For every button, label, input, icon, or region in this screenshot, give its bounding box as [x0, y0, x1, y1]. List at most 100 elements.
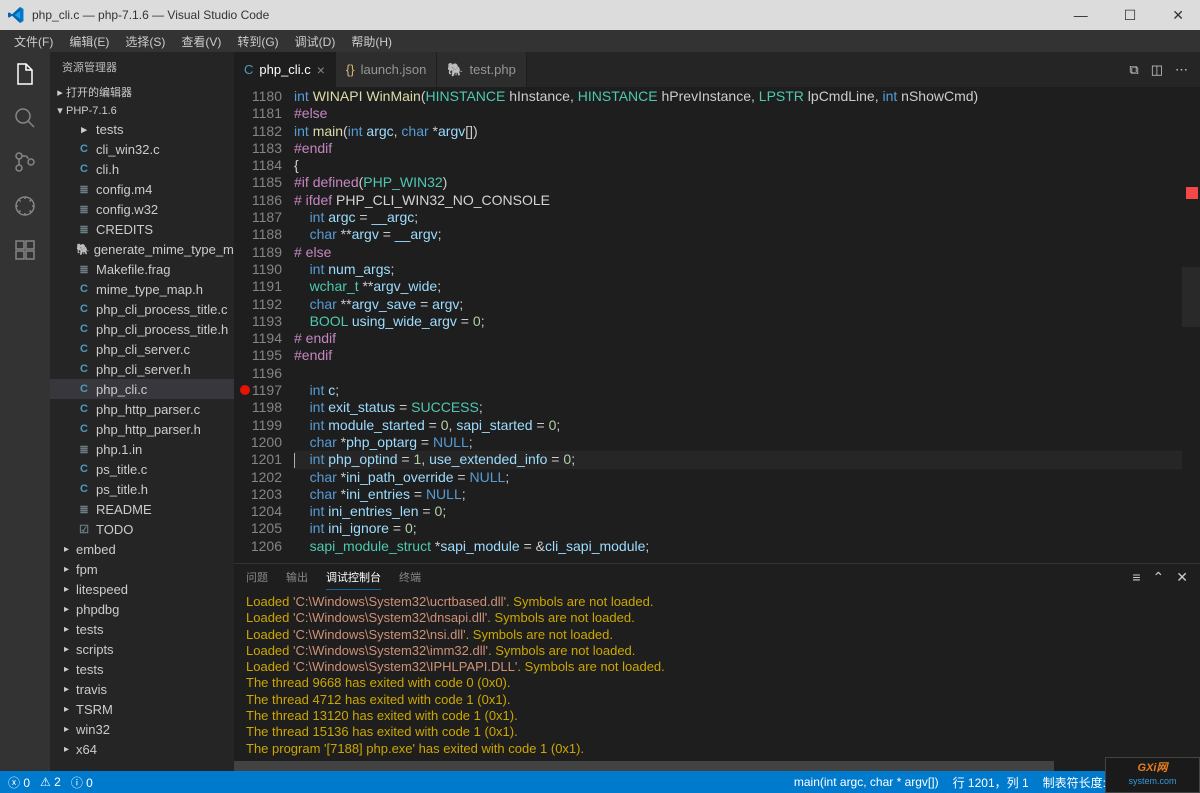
c-icon: C [76, 323, 92, 335]
minimap-viewport[interactable] [1182, 267, 1200, 327]
open-editors-header[interactable]: ▸打开的编辑器 [50, 82, 234, 102]
folder-tests[interactable]: ▸tests [50, 659, 234, 679]
chevron-right-icon: ▸ [64, 664, 76, 675]
titlebar: php_cli.c — php-7.1.6 — Visual Studio Co… [0, 0, 1200, 30]
panel-tab-problems[interactable]: 问题 [246, 569, 268, 589]
minimap[interactable] [1182, 87, 1200, 563]
status-warnings[interactable]: ⚠ 2 [40, 775, 61, 789]
status-position[interactable]: 行 1201，列 1 [953, 774, 1029, 791]
menu-file[interactable]: 文件(F) [8, 31, 59, 52]
folder-travis[interactable]: ▸travis [50, 679, 234, 699]
folder-tests[interactable]: ▸tests [50, 619, 234, 639]
clear-icon[interactable]: ≡ [1132, 569, 1140, 590]
check-icon: ☑ [76, 523, 92, 536]
compare-icon[interactable]: ⧉ [1129, 62, 1138, 78]
file-php-http-parser-h[interactable]: Cphp_http_parser.h [50, 419, 234, 439]
file-ps-title-c[interactable]: Cps_title.c [50, 459, 234, 479]
file-php-cli-server-c[interactable]: Cphp_cli_server.c [50, 339, 234, 359]
status-errors[interactable]: ⓧ 0 [8, 774, 30, 791]
project-header[interactable]: ▾PHP-7.1.6 [50, 102, 234, 119]
folder-phpdbg[interactable]: ▸phpdbg [50, 599, 234, 619]
file-mime-type-map-h[interactable]: Cmime_type_map.h [50, 279, 234, 299]
maximize-button[interactable]: ☐ [1116, 7, 1145, 24]
file-ps-title-h[interactable]: Cps_title.h [50, 479, 234, 499]
file-php-1-in[interactable]: ≣php.1.in [50, 439, 234, 459]
panel-tab-debug[interactable]: 调试控制台 [326, 569, 381, 590]
close-button[interactable]: ✕ [1164, 7, 1192, 24]
file-php-cli-server-h[interactable]: Cphp_cli_server.h [50, 359, 234, 379]
tab-test-php[interactable]: 🐘 test.php [437, 52, 526, 87]
more-icon[interactable]: ⋯ [1175, 62, 1188, 78]
minimap-error-icon [1186, 187, 1198, 199]
code-content[interactable]: int WINAPI WinMain(HINSTANCE hInstance, … [294, 87, 1200, 563]
window-title: php_cli.c — php-7.1.6 — Visual Studio Co… [32, 8, 269, 22]
chevron-right-icon: ▸ [64, 704, 76, 715]
chevron-right-icon: ▸ [64, 584, 76, 595]
debug-console-output[interactable]: Loaded 'C:\Windows\System32\ucrtbased.dl… [234, 594, 1200, 761]
chevron-right-icon: ▸ [64, 644, 76, 655]
folder-fpm[interactable]: ▸fpm [50, 559, 234, 579]
c-icon: C [76, 163, 92, 175]
file-php-http-parser-c[interactable]: Cphp_http_parser.c [50, 399, 234, 419]
file-cli-h[interactable]: Ccli.h [50, 159, 234, 179]
file-credits[interactable]: ≣CREDITS [50, 219, 234, 239]
scm-icon[interactable] [13, 150, 37, 174]
menu-debug[interactable]: 调试(D) [289, 31, 342, 52]
c-icon: C [76, 343, 92, 355]
chevron-right-icon: ▸ [64, 744, 76, 755]
file-todo[interactable]: ☑TODO [50, 519, 234, 539]
lines-icon: ≣ [76, 183, 92, 196]
folder-scripts[interactable]: ▸scripts [50, 639, 234, 659]
file-tests[interactable]: ▸tests [50, 119, 234, 139]
debug-icon[interactable] [13, 194, 37, 218]
panel-close-icon[interactable]: ✕ [1176, 569, 1188, 590]
horizontal-scrollbar[interactable] [234, 761, 1200, 771]
sidebar: 资源管理器 ▸打开的编辑器 ▾PHP-7.1.6 ▸testsCcli_win3… [50, 52, 234, 771]
file-config-m4[interactable]: ≣config.m4 [50, 179, 234, 199]
file-generate-mime-type-m---[interactable]: 🐘generate_mime_type_m... [50, 239, 234, 259]
file-php-cli-c[interactable]: Cphp_cli.c [50, 379, 234, 399]
scrollbar-thumb[interactable] [234, 761, 1054, 771]
c-icon: C [76, 363, 92, 375]
folder-litespeed[interactable]: ▸litespeed [50, 579, 234, 599]
status-function[interactable]: main(int argc, char * argv[]) [794, 775, 939, 789]
sidebar-title: 资源管理器 [50, 52, 234, 82]
file-config-w32[interactable]: ≣config.w32 [50, 199, 234, 219]
menu-select[interactable]: 选择(S) [119, 31, 171, 52]
folder-embed[interactable]: ▸embed [50, 539, 234, 559]
extensions-icon[interactable] [13, 238, 37, 262]
panel-tab-output[interactable]: 输出 [286, 569, 308, 589]
explorer-icon[interactable] [13, 62, 37, 86]
folder-win32[interactable]: ▸win32 [50, 719, 234, 739]
menu-goto[interactable]: 转到(G) [231, 31, 284, 52]
json-file-icon: {} [346, 62, 355, 77]
file-php-cli-process-title-h[interactable]: Cphp_cli_process_title.h [50, 319, 234, 339]
panel-tab-terminal[interactable]: 终端 [399, 569, 421, 589]
lines-icon: ≣ [76, 223, 92, 236]
menu-view[interactable]: 查看(V) [175, 31, 227, 52]
menu-edit[interactable]: 编辑(E) [63, 31, 115, 52]
search-icon[interactable] [13, 106, 37, 130]
split-icon[interactable]: ◫ [1151, 62, 1163, 78]
editor-area: C php_cli.c × {} launch.json 🐘 test.php … [234, 52, 1200, 771]
file-makefile-frag[interactable]: ≣Makefile.frag [50, 259, 234, 279]
vscode-icon [8, 7, 24, 23]
c-icon: C [76, 143, 92, 155]
minimize-button[interactable]: — [1066, 7, 1096, 24]
menu-help[interactable]: 帮助(H) [345, 31, 398, 52]
close-icon[interactable]: × [317, 62, 325, 78]
tab-php-cli-c[interactable]: C php_cli.c × [234, 52, 336, 87]
file-readme[interactable]: ≣README [50, 499, 234, 519]
folder-icon: ▸ [76, 123, 92, 136]
chevron-right-icon: ▸ [64, 684, 76, 695]
tab-launch-json[interactable]: {} launch.json [336, 52, 437, 87]
line-gutter: 1180118111821183118411851186118711881189… [234, 87, 294, 563]
status-info[interactable]: ⓘ 0 [71, 774, 93, 791]
file-php-cli-process-title-c[interactable]: Cphp_cli_process_title.c [50, 299, 234, 319]
folder-TSRM[interactable]: ▸TSRM [50, 699, 234, 719]
folder-x64[interactable]: ▸x64 [50, 739, 234, 759]
chevron-up-icon[interactable]: ⌃ [1153, 569, 1165, 590]
c-icon: C [76, 423, 92, 435]
file-cli-win32-c[interactable]: Ccli_win32.c [50, 139, 234, 159]
code-editor[interactable]: 1180118111821183118411851186118711881189… [234, 87, 1200, 563]
